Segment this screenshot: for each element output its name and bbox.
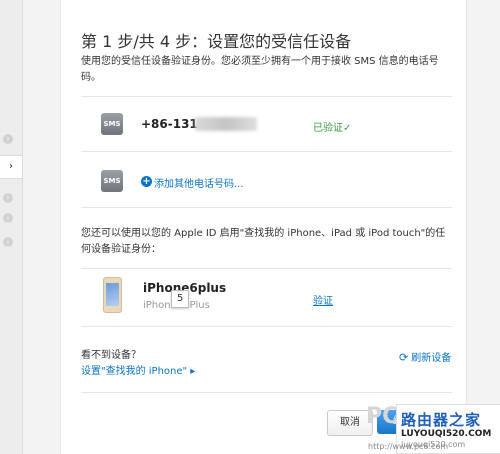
redacted-digits	[195, 117, 257, 131]
step-rail: › › › › ›	[0, 0, 23, 454]
divider	[81, 207, 452, 208]
cursor-badge: 5	[171, 290, 189, 308]
step-indicator-1[interactable]: ›	[3, 134, 13, 144]
refresh-label: 刷新设备	[411, 353, 452, 364]
watermark-pc: PC	[366, 404, 399, 429]
watermark-bottom: http://www.pc6.com	[368, 442, 449, 451]
phone-number: +86-131	[141, 117, 198, 131]
refresh-icon: ⟳	[399, 351, 409, 364]
divider	[81, 268, 452, 269]
step-indicator-3[interactable]: ›	[3, 213, 13, 223]
divider	[81, 326, 452, 327]
add-phone-link[interactable]: 添加其他电话号码...	[154, 175, 244, 190]
page-title: 第 1 步/共 4 步：设置您的受信任设备	[81, 32, 352, 51]
plus-circle-icon[interactable]: +	[141, 176, 152, 187]
sms-icon: SMS	[101, 113, 123, 135]
devices-description: 您还可以使用以您的 Apple ID 启用"查找我的 iPhone、iPad 或…	[81, 228, 446, 255]
step-indicator-active[interactable]: ›	[0, 155, 22, 179]
device-screen	[106, 283, 119, 306]
main-panel: 第 1 步/共 4 步：设置您的受信任设备 使用您的受信任设备验证身份。您必须至…	[60, 0, 467, 454]
divider	[81, 151, 452, 152]
setup-find-iphone-link[interactable]: 设置"查找我的 iPhone" ▸	[81, 362, 195, 377]
step-indicator-2[interactable]: ›	[3, 193, 13, 203]
watermark-title: 路由器之家	[401, 411, 482, 429]
verified-status: 已验证✓	[313, 123, 352, 134]
divider	[81, 96, 452, 97]
verify-device-link[interactable]: 验证	[313, 292, 333, 307]
watermark-url: LUYOUQI520.COM	[401, 429, 492, 439]
iphone-device-icon	[103, 277, 122, 313]
refresh-devices-link[interactable]: ⟳ 刷新设备	[399, 349, 451, 364]
step-indicator-4[interactable]: ›	[3, 237, 13, 247]
not-seen-text: 看不到设备？	[81, 350, 141, 361]
sms-icon: SMS	[101, 170, 123, 192]
setup-window: › › › › › 第 1 步/共 4 步：设置您的受信任设备 使用您的受信任设…	[0, 0, 500, 454]
page-description: 使用您的受信任设备验证身份。您必须至少拥有一个用于接收 SMS 信息的电话号码。	[81, 56, 439, 83]
divider	[81, 392, 452, 393]
